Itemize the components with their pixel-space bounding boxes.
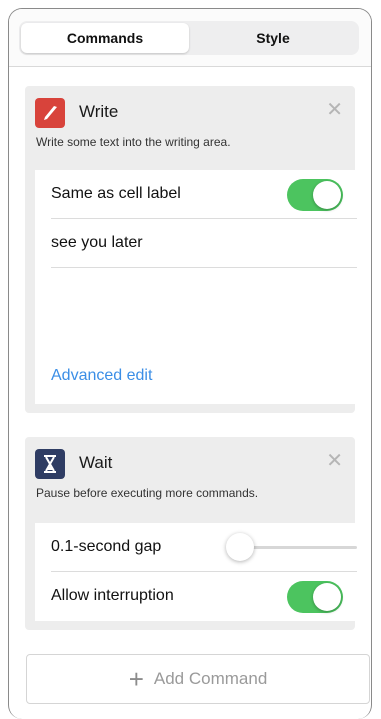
same-as-label-row: Same as cell label xyxy=(51,170,357,219)
gap-label: 0.1-second gap xyxy=(51,538,162,555)
wait-settings: 0.1-second gap Allow interruption xyxy=(35,523,357,621)
toggle-knob xyxy=(313,583,341,611)
write-title: Write xyxy=(79,102,119,121)
wait-description: Pause before executing more commands. xyxy=(36,486,259,500)
tab-style[interactable]: Style xyxy=(189,23,357,53)
close-icon[interactable]: ✕ xyxy=(326,451,343,471)
gap-slider-handle[interactable] xyxy=(226,533,254,561)
add-command-button[interactable]: + Add Command xyxy=(26,654,370,704)
segmented-control: Commands Style xyxy=(19,21,359,55)
close-icon[interactable]: ✕ xyxy=(326,100,343,120)
allow-interruption-toggle[interactable] xyxy=(287,581,343,613)
toggle-knob xyxy=(313,181,341,209)
text-field-value: see you later xyxy=(51,234,143,251)
write-card-header: Write ✕ xyxy=(25,86,355,134)
hourglass-icon xyxy=(35,449,65,479)
gap-row: 0.1-second gap xyxy=(51,523,357,572)
allow-interruption-label: Allow interruption xyxy=(51,587,174,604)
write-command-card: Write ✕ Write some text into the writing… xyxy=(25,86,357,413)
gap-slider-track[interactable] xyxy=(239,546,357,549)
allow-interruption-row: Allow interruption xyxy=(51,572,357,620)
pen-icon xyxy=(35,98,65,128)
write-settings: Same as cell label see you later Advance… xyxy=(35,170,357,404)
wait-title: Wait xyxy=(79,453,113,472)
tab-commands[interactable]: Commands xyxy=(21,23,189,53)
panel: Commands Style Write ✕ Write some text i… xyxy=(8,8,372,719)
wait-command-card: Wait ✕ Pause before executing more comma… xyxy=(25,437,357,630)
plus-icon: + xyxy=(128,664,144,694)
text-field[interactable]: see you later xyxy=(51,219,357,268)
tab-bar: Commands Style xyxy=(9,9,371,67)
same-as-label-text: Same as cell label xyxy=(51,185,181,202)
wait-card-header: Wait ✕ xyxy=(25,437,355,485)
advanced-edit-link[interactable]: Advanced edit xyxy=(51,367,152,385)
write-description: Write some text into the writing area. xyxy=(36,135,231,149)
same-as-label-toggle[interactable] xyxy=(287,179,343,211)
add-command-label: Add Command xyxy=(153,669,268,688)
